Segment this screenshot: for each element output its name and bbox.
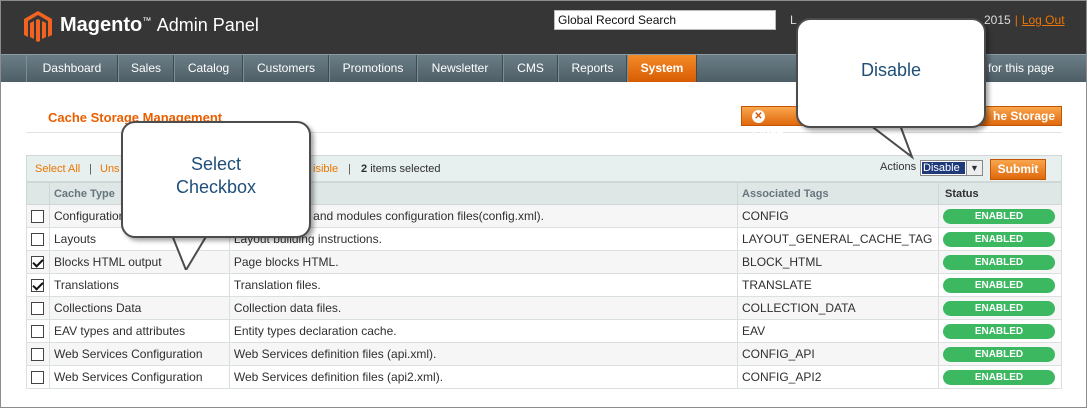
row-checkbox[interactable] — [31, 371, 44, 385]
nav-promotions[interactable]: Promotions — [329, 55, 417, 82]
row-checkbox-cell[interactable] — [26, 227, 50, 251]
separator: | — [348, 163, 351, 175]
row-checkbox[interactable] — [31, 233, 44, 247]
header-date: 2015 — [984, 13, 1011, 27]
associated-tags-cell: BLOCK_HTML — [737, 250, 939, 274]
close-circle-icon: ✕ — [752, 110, 765, 124]
associated-tags-cell: CONFIG — [737, 204, 939, 228]
table-row[interactable]: Web Services Configuration Web Services d… — [26, 365, 1063, 389]
row-checkbox[interactable] — [31, 302, 44, 316]
status-badge: ENABLED — [942, 209, 1055, 224]
nav-dashboard[interactable]: Dashboard — [26, 55, 118, 82]
status-badge: ENABLED — [942, 370, 1055, 385]
table-row[interactable]: Web Services Configuration Web Services d… — [26, 342, 1063, 366]
cache-type-cell: EAV types and attributes — [48, 319, 230, 343]
nav-system[interactable]: System — [627, 55, 697, 82]
associated-tags-cell: COLLECTION_DATA — [737, 296, 939, 320]
actions-selected-value: Disable — [922, 162, 965, 174]
status-badge: ENABLED — [942, 255, 1055, 270]
associated-tags-header[interactable]: Associated Tags — [737, 182, 939, 205]
actions-label: Actions — [880, 161, 917, 173]
row-checkbox-cell[interactable] — [26, 365, 50, 389]
row-checkbox-cell[interactable] — [26, 296, 50, 320]
status-cell: ENABLED — [937, 250, 1063, 274]
nav-customers[interactable]: Customers — [243, 55, 329, 82]
separator: | — [89, 163, 92, 175]
description-cell: Collection data files. — [228, 296, 739, 320]
status-badge: ENABLED — [942, 278, 1055, 293]
cache-type-cell: Web Services Configuration — [48, 342, 230, 366]
magento-logo-icon — [24, 11, 52, 42]
status-badge: ENABLED — [942, 347, 1055, 362]
status-cell: ENABLED — [937, 319, 1063, 343]
table-row[interactable]: EAV types and attributes Entity types dec… — [26, 319, 1063, 343]
associated-tags-cell: CONFIG_API2 — [737, 365, 939, 389]
select-checkbox-callout: Select Checkbox — [121, 121, 311, 238]
row-checkbox-cell[interactable] — [26, 342, 50, 366]
flush-cache-storage-button[interactable]: he Storage — [975, 106, 1062, 126]
associated-tags-cell: EAV — [737, 319, 939, 343]
status-badge: ENABLED — [942, 324, 1055, 339]
associated-tags-cell: CONFIG_API — [737, 342, 939, 366]
status-cell: ENABLED — [937, 365, 1063, 389]
header-links: 2015 | Log Out — [984, 13, 1065, 27]
status-cell: ENABLED — [937, 227, 1063, 251]
checkbox-column-header — [26, 182, 50, 205]
unselect-visible-link[interactable]: isible — [313, 163, 338, 175]
logo-text: Magento™ Admin Panel — [60, 14, 259, 36]
associated-tags-cell: TRANSLATE — [737, 273, 939, 297]
nav-sales[interactable]: Sales — [118, 55, 174, 82]
nav-cms[interactable]: CMS — [503, 55, 558, 82]
status-header[interactable]: Status — [937, 182, 1063, 205]
status-cell: ENABLED — [937, 296, 1063, 320]
status-cell: ENABLED — [937, 342, 1063, 366]
logged-in-user: L — [790, 13, 797, 27]
nav-catalog[interactable]: Catalog — [174, 55, 243, 82]
status-badge: ENABLED — [942, 232, 1055, 247]
actions-select[interactable]: Disable ▼ — [920, 160, 983, 176]
row-checkbox-cell[interactable] — [26, 319, 50, 343]
cache-type-cell: Translations — [48, 273, 230, 297]
status-badge: ENABLED — [942, 301, 1055, 316]
row-checkbox-cell[interactable] — [26, 273, 50, 297]
associated-tags-cell: LAYOUT_GENERAL_CACHE_TAG — [737, 227, 939, 251]
cache-type-cell: Web Services Configuration — [48, 365, 230, 389]
description-cell: Web Services definition files (api.xml). — [228, 342, 739, 366]
status-cell: ENABLED — [937, 273, 1063, 297]
description-cell: Entity types declaration cache. — [228, 319, 739, 343]
cache-type-cell: Collections Data — [48, 296, 230, 320]
description-cell: Web Services definition files (api2.xml)… — [228, 365, 739, 389]
select-all-link[interactable]: Select All — [35, 163, 80, 175]
row-checkbox-cell[interactable] — [26, 250, 50, 274]
nav-reports[interactable]: Reports — [558, 55, 627, 82]
description-cell: Page blocks HTML. — [228, 250, 739, 274]
logout-link[interactable]: Log Out — [1022, 13, 1065, 27]
row-checkbox[interactable] — [31, 325, 44, 339]
row-checkbox-cell[interactable] — [26, 204, 50, 228]
table-row[interactable]: Collections Data Collection data files. CO… — [26, 296, 1063, 320]
nav-hint[interactable]: for this page — [988, 61, 1054, 75]
global-search-input[interactable] — [554, 10, 776, 30]
chevron-down-icon[interactable]: ▼ — [966, 161, 982, 175]
row-checkbox[interactable] — [31, 210, 44, 224]
description-cell: Translation files. — [228, 273, 739, 297]
nav-newsletter[interactable]: Newsletter — [417, 55, 503, 82]
disable-callout: Disable — [796, 18, 986, 128]
row-checkbox[interactable] — [31, 348, 44, 362]
row-checkbox[interactable] — [31, 256, 44, 270]
selected-count: 2 items selected — [361, 163, 441, 175]
submit-button[interactable]: Submit — [990, 159, 1046, 180]
status-cell: ENABLED — [937, 204, 1063, 228]
row-checkbox[interactable] — [31, 279, 44, 293]
unselect-all-link[interactable]: Uns — [100, 163, 120, 175]
table-row[interactable]: Translations Translation files. TRANSLATE E… — [26, 273, 1063, 297]
